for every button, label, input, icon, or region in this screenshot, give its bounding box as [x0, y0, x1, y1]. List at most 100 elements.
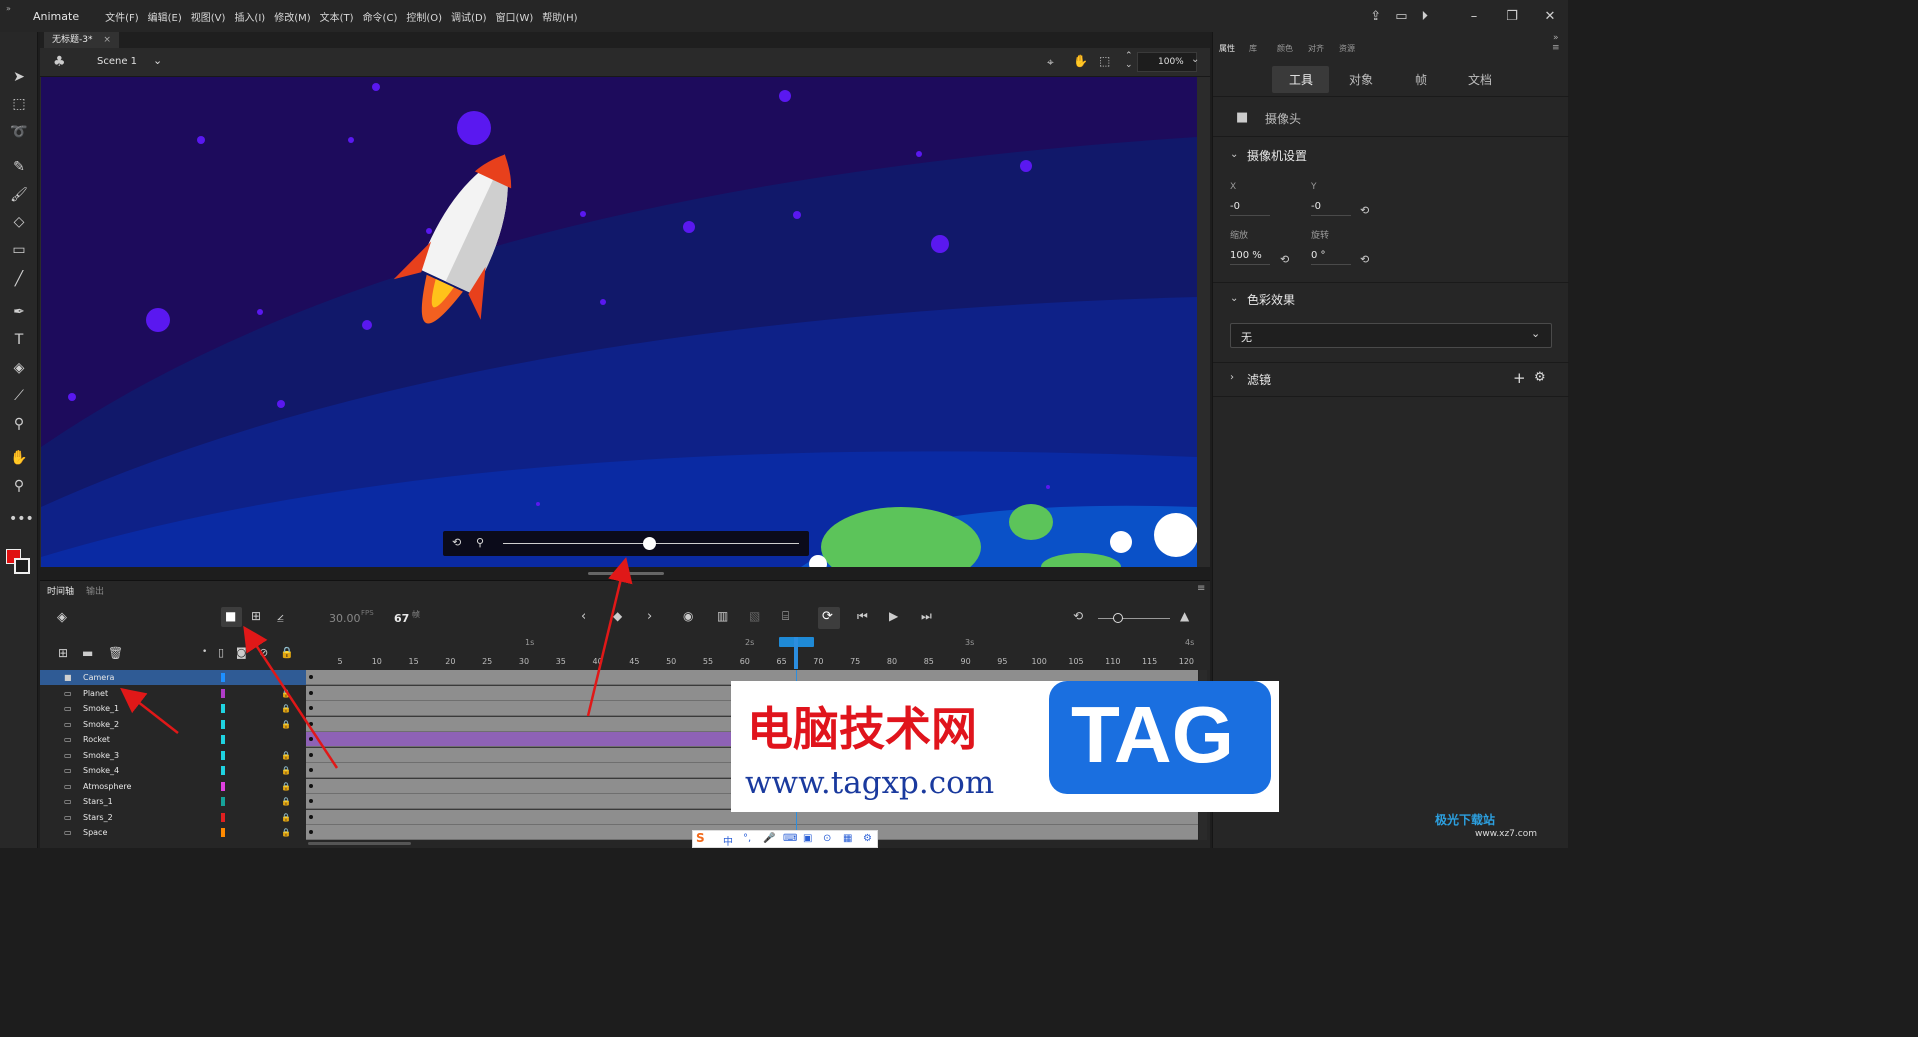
- subtab-document[interactable]: 文档: [1452, 67, 1508, 93]
- eyedropper-icon[interactable]: ⟋: [9, 386, 29, 406]
- subtab-object[interactable]: 对象: [1333, 67, 1389, 93]
- insert-keyframe-icon[interactable]: ◆: [613, 609, 622, 623]
- lock-icon[interactable]: 🔒: [281, 701, 291, 716]
- chevron-right-icon[interactable]: ›: [1230, 372, 1234, 383]
- layer-row-smoke_1[interactable]: ▭ Smoke_1 🔒: [40, 701, 306, 716]
- next-keyframe-icon[interactable]: ›: [647, 609, 652, 624]
- camera-rotate-icon[interactable]: ⟲: [452, 536, 461, 549]
- keyframe-dot[interactable]: [309, 814, 313, 819]
- reset-scale-icon[interactable]: ⟲: [1280, 253, 1289, 266]
- layer-row-smoke_4[interactable]: ▭ Smoke_4 🔒: [40, 763, 306, 778]
- ime-settings-icon[interactable]: ⚙: [863, 833, 872, 844]
- menu-debug[interactable]: 调试(D): [451, 9, 487, 24]
- tab-color[interactable]: 颜色: [1277, 43, 1293, 54]
- loop-icon[interactable]: ⟳: [822, 609, 833, 624]
- pen-tool-icon[interactable]: ✒: [9, 302, 29, 322]
- timeline-ruler[interactable]: 5 10 15 20 25 30 35 40 45 50 55 60 65 70 75 80 85 90 95 100…: [306, 636, 1198, 670]
- layer-color-swatch[interactable]: [221, 828, 225, 837]
- keyframe-dot[interactable]: [309, 706, 313, 710]
- microphone-icon[interactable]: 🎤: [763, 833, 775, 844]
- delete-layer-icon[interactable]: 🗑: [108, 646, 123, 660]
- close-icon[interactable]: ✕: [1538, 9, 1562, 24]
- eraser-icon[interactable]: ◇: [9, 212, 29, 232]
- subtab-tool[interactable]: 工具: [1273, 67, 1329, 93]
- y-field[interactable]: -0: [1311, 201, 1351, 216]
- scene-name[interactable]: Scene 1: [97, 56, 137, 67]
- timeline-hscrollbar[interactable]: [308, 842, 411, 845]
- tab-library[interactable]: 库: [1249, 43, 1257, 54]
- sync-icon[interactable]: ▧: [749, 609, 760, 623]
- timeline-zoom-slider[interactable]: [1113, 613, 1123, 623]
- layer-row-smoke_2[interactable]: ▭ Smoke_2 🔒: [40, 717, 306, 732]
- tab-timeline[interactable]: 时间轴: [47, 584, 74, 597]
- current-frame[interactable]: 67: [394, 612, 409, 625]
- panel-splitter[interactable]: [588, 572, 664, 575]
- fps-value[interactable]: 30.00: [329, 612, 361, 625]
- workspace-icon[interactable]: ▭: [1395, 9, 1407, 24]
- zoom-input[interactable]: 100%: [1158, 57, 1184, 67]
- layer-color-swatch[interactable]: [221, 704, 225, 713]
- free-transform-icon[interactable]: ⬚: [9, 94, 29, 114]
- zoom-dropdown-icon[interactable]: ⌄: [1191, 54, 1199, 65]
- layer-row-space[interactable]: ▭ Space 🔒: [40, 825, 306, 840]
- tab-properties[interactable]: 属性: [1219, 43, 1235, 54]
- play-icon[interactable]: ▶: [889, 609, 898, 623]
- keyframe-dot[interactable]: [309, 752, 313, 757]
- color-effect-select[interactable]: 无 ⌄: [1230, 323, 1552, 348]
- rotate-field[interactable]: 0 °: [1311, 250, 1351, 265]
- lock-icon[interactable]: 🔒: [281, 825, 291, 840]
- tab-align[interactable]: 对齐: [1308, 43, 1324, 54]
- layer-color-swatch[interactable]: [221, 673, 225, 682]
- x-field[interactable]: -0: [1230, 201, 1270, 216]
- lock-icon[interactable]: 🔒: [281, 763, 291, 778]
- layer-color-swatch[interactable]: [221, 719, 225, 729]
- clip-content-icon[interactable]: ⬚: [1099, 54, 1110, 68]
- highlight-dot-icon[interactable]: •: [202, 647, 207, 657]
- ime-mode[interactable]: 中: [723, 833, 733, 848]
- new-layer-icon[interactable]: ⊞: [58, 646, 68, 660]
- lasso-icon[interactable]: ➰: [9, 122, 29, 142]
- camera-settings-title[interactable]: 摄像机设置: [1247, 147, 1307, 164]
- tab-output[interactable]: 输出: [86, 584, 104, 597]
- play-preview-icon[interactable]: ⏵: [1422, 9, 1429, 24]
- edit-multiple-frames-icon[interactable]: ▥: [717, 609, 728, 623]
- layer-row-stars_2[interactable]: ▭ Stars_2 🔒: [40, 810, 306, 825]
- menu-control[interactable]: 控制(O): [406, 9, 442, 24]
- camera-tool-icon[interactable]: ■: [225, 609, 236, 623]
- undo-zoom-icon[interactable]: ⟲: [1073, 609, 1083, 623]
- reset-position-icon[interactable]: ⟲: [1360, 204, 1369, 217]
- menu-commands[interactable]: 命令(C): [363, 9, 398, 24]
- layer-row-smoke_3[interactable]: ▭ Smoke_3 🔒: [40, 748, 306, 763]
- add-filter-icon[interactable]: +: [1513, 369, 1526, 387]
- outline-icon[interactable]: ▯: [218, 646, 224, 659]
- minimize-icon[interactable]: –: [1462, 9, 1486, 24]
- layer-color-swatch[interactable]: [221, 766, 225, 775]
- pin-icon[interactable]: ⚲: [9, 414, 29, 434]
- rotate-stage-icon[interactable]: ✋: [1073, 54, 1088, 68]
- lock-icon[interactable]: 🔒: [281, 794, 291, 809]
- color-effect-title[interactable]: 色彩效果: [1247, 291, 1295, 308]
- layer-row-camera[interactable]: ■ Camera: [40, 670, 306, 685]
- brush-tool-icon[interactable]: ✎: [9, 157, 29, 177]
- lock-icon[interactable]: 🔒: [281, 686, 291, 701]
- share-icon[interactable]: ⇪: [1370, 9, 1381, 24]
- toolbox-icon[interactable]: ▦: [843, 833, 852, 844]
- menu-help[interactable]: 帮助(H): [542, 9, 577, 24]
- layer-parenting-icon[interactable]: ⊞: [251, 609, 261, 623]
- line-tool-icon[interactable]: ╱: [9, 269, 29, 289]
- zoom-tool-icon[interactable]: ⚲: [9, 476, 29, 496]
- layer-color-swatch[interactable]: [221, 797, 225, 806]
- document-tab[interactable]: 无标题-3* ×: [44, 32, 119, 48]
- fill-color-swatch[interactable]: [14, 558, 30, 574]
- more-tools-icon[interactable]: •••: [9, 509, 34, 529]
- chevron-down-icon[interactable]: ⌄: [1230, 293, 1238, 304]
- text-tool-icon[interactable]: T: [9, 330, 29, 350]
- keyframe-dot[interactable]: [309, 737, 313, 741]
- ime-logo-icon[interactable]: S: [696, 831, 705, 845]
- expand-icon[interactable]: »: [1553, 33, 1559, 43]
- center-frame-icon[interactable]: ⌸: [782, 609, 789, 624]
- maximize-icon[interactable]: ❐: [1500, 9, 1524, 24]
- lock-icon[interactable]: 🔒: [281, 717, 291, 732]
- lock-icon[interactable]: 🔒: [281, 810, 291, 825]
- keyframe-dot[interactable]: [309, 768, 313, 772]
